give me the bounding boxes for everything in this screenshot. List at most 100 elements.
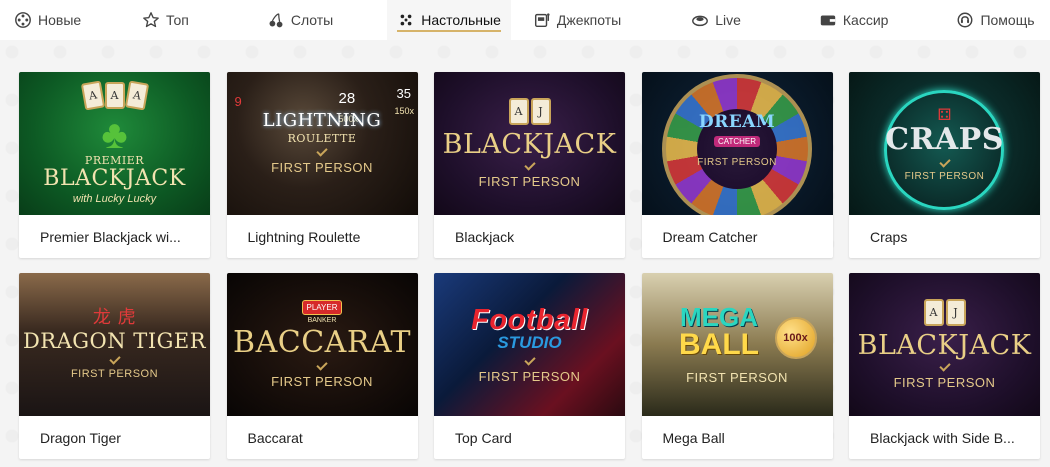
game-card-craps[interactable]: ⚃ CRAPS FIRST PERSON Craps xyxy=(849,72,1040,258)
multiplier-ball: 100x xyxy=(774,317,817,359)
art-line1: MEGA xyxy=(679,302,758,332)
art-line2: FIRST PERSON xyxy=(70,368,159,380)
chevron-icon xyxy=(316,145,328,157)
game-title: Mega Ball xyxy=(662,429,725,446)
game-title: Top Card xyxy=(455,429,512,446)
art-line2: STUDIO xyxy=(497,332,562,352)
game-thumbnail: DREAM CATCHER FIRST PERSON xyxy=(641,72,833,215)
game-title: Blackjack xyxy=(455,228,515,245)
wallet-icon xyxy=(819,11,837,29)
chevron-icon xyxy=(938,156,951,168)
game-card-lightning-roulette[interactable]: 9 28 35 500x 150x LIGHTNING ROULETTE FIR… xyxy=(226,72,418,258)
art-num: 28 xyxy=(338,90,356,107)
game-thumbnail: A J BLACKJACK FIRST PERSON xyxy=(434,72,625,215)
game-thumbnail: PLAYER BANKER BACCARAT FIRST PERSON xyxy=(226,273,418,416)
nav-label-cashier: Кассир xyxy=(842,12,889,28)
star-icon xyxy=(142,11,160,29)
nav-label-top: Топ xyxy=(166,12,189,28)
nav-item-new[interactable]: Новые xyxy=(4,0,86,40)
nav-item-live[interactable]: Live xyxy=(681,0,751,40)
game-thumbnail: 100x MEGA BALL FIRST PERSON xyxy=(641,273,833,416)
dice-icon xyxy=(397,11,415,29)
game-card-blackjack-side-bets[interactable]: A J BLACKJACK FIRST PERSON Blackjack wit… xyxy=(849,273,1040,459)
art-multiplier: 150x xyxy=(394,106,415,116)
cherries-icon xyxy=(267,11,285,29)
chevron-icon xyxy=(523,159,536,171)
art-line1: DREAM xyxy=(698,111,776,132)
nav-item-table-games[interactable]: Настольные xyxy=(387,0,511,40)
game-title: Premier Blackjack wi... xyxy=(40,228,181,245)
game-thumbnail: Football STUDIO FIRST PERSON xyxy=(434,273,625,416)
chevron-icon xyxy=(108,353,121,365)
nav-item-jackpots[interactable]: Джекпоты xyxy=(523,0,631,40)
art-line3: FIRST PERSON xyxy=(271,160,373,175)
art-line3: with Lucky Lucky xyxy=(72,193,157,205)
game-thumbnail: 龙 虎 DRAGON TIGER FIRST PERSON xyxy=(19,273,210,416)
game-card-baccarat[interactable]: PLAYER BANKER BACCARAT FIRST PERSON Bacc… xyxy=(226,273,418,459)
chevron-icon xyxy=(938,360,951,372)
art-line1: BLACKJACK xyxy=(857,330,1032,361)
chevron-icon xyxy=(316,359,328,371)
nav-item-cashier[interactable]: Кассир xyxy=(809,0,899,40)
art-line2: FIRST PERSON xyxy=(478,174,581,189)
support-icon xyxy=(956,11,974,29)
game-title: Lightning Roulette xyxy=(247,228,361,245)
art-line3: FIRST PERSON xyxy=(697,156,777,168)
art-line2: BALL xyxy=(679,328,759,361)
art-line1: PREMIER xyxy=(84,154,145,167)
game-card-premier-blackjack[interactable]: A A A ♣ PREMIER BLACKJACK with Lucky Luc… xyxy=(19,72,210,258)
art-line1: LIGHTNING xyxy=(262,110,382,131)
new-icon xyxy=(14,11,32,29)
game-thumbnail: A J BLACKJACK FIRST PERSON xyxy=(849,273,1040,416)
nav-item-slots[interactable]: Слоты xyxy=(257,0,343,40)
art-line3: FIRST PERSON xyxy=(478,368,581,384)
art-line3: FIRST PERSON xyxy=(686,370,788,385)
art-line2: CATCHER xyxy=(713,135,761,147)
playing-cards-icon: A A A xyxy=(80,80,149,111)
game-title: Blackjack with Side B... xyxy=(870,429,1015,446)
game-card-top-card[interactable]: Football STUDIO FIRST PERSON Top Card xyxy=(434,273,625,459)
games-section: A A A ♣ PREMIER BLACKJACK with Lucky Luc… xyxy=(0,40,1050,467)
nav-item-help[interactable]: Помощь xyxy=(946,0,1044,40)
game-card-mega-ball[interactable]: 100x MEGA BALL FIRST PERSON Mega Ball xyxy=(641,273,833,459)
live-icon xyxy=(691,11,709,29)
game-title: Dragon Tiger xyxy=(40,429,121,446)
game-thumbnail: A A A ♣ PREMIER BLACKJACK with Lucky Luc… xyxy=(19,72,210,215)
art-line1: BACCARAT xyxy=(233,325,411,360)
game-card-dream-catcher[interactable]: DREAM CATCHER FIRST PERSON Dream Catcher xyxy=(641,72,833,258)
games-grid: A A A ♣ PREMIER BLACKJACK with Lucky Luc… xyxy=(19,72,1040,459)
nav-label-jackpots: Джекпоты xyxy=(556,12,622,28)
clover-icon: ♣ xyxy=(101,113,128,157)
game-thumbnail: 9 28 35 500x 150x LIGHTNING ROULETTE FIR… xyxy=(226,72,418,215)
game-card-dragon-tiger[interactable]: 龙 虎 DRAGON TIGER FIRST PERSON Dragon Tig… xyxy=(19,273,210,459)
nav-label-table-games: Настольные xyxy=(421,12,501,28)
game-thumbnail: ⚃ CRAPS FIRST PERSON xyxy=(849,72,1040,215)
nav-item-top[interactable]: Топ xyxy=(132,0,199,40)
game-card-blackjack[interactable]: A J BLACKJACK FIRST PERSON Blackjack xyxy=(434,72,625,258)
art-line0: 龙 虎 xyxy=(92,307,137,328)
game-title: Craps xyxy=(870,228,908,245)
art-line2: ROULETTE xyxy=(287,132,357,145)
nav-label-slots: Слоты xyxy=(290,12,334,28)
art-line1: BLACKJACK xyxy=(442,129,617,160)
art-line2: FIRST PERSON xyxy=(893,375,996,390)
playing-cards-icon: A J xyxy=(923,299,966,326)
nav-label-live: Live xyxy=(715,12,741,28)
chevron-icon xyxy=(523,353,536,366)
art-num: 9 xyxy=(234,94,242,109)
art-line2: FIRST PERSON xyxy=(271,374,373,389)
art-num: 35 xyxy=(396,86,411,101)
banker-label: BANKER xyxy=(307,317,337,324)
nav-label-help: Помощь xyxy=(980,12,1035,28)
art-line2: FIRST PERSON xyxy=(904,171,985,182)
art-line1: Football xyxy=(471,303,588,336)
art-line2: BLACKJACK xyxy=(43,166,186,191)
game-title: Dream Catcher xyxy=(662,228,758,245)
slot-machine-icon xyxy=(533,11,551,29)
top-nav: Новые Топ Слоты Настольные Джекпоты Live xyxy=(0,0,1050,40)
game-title: Baccarat xyxy=(247,429,303,446)
nav-label-new: Новые xyxy=(38,12,82,28)
player-badge: PLAYER xyxy=(301,300,343,315)
art-line1: CRAPS xyxy=(885,122,1004,157)
playing-cards-icon: A J xyxy=(508,98,551,125)
